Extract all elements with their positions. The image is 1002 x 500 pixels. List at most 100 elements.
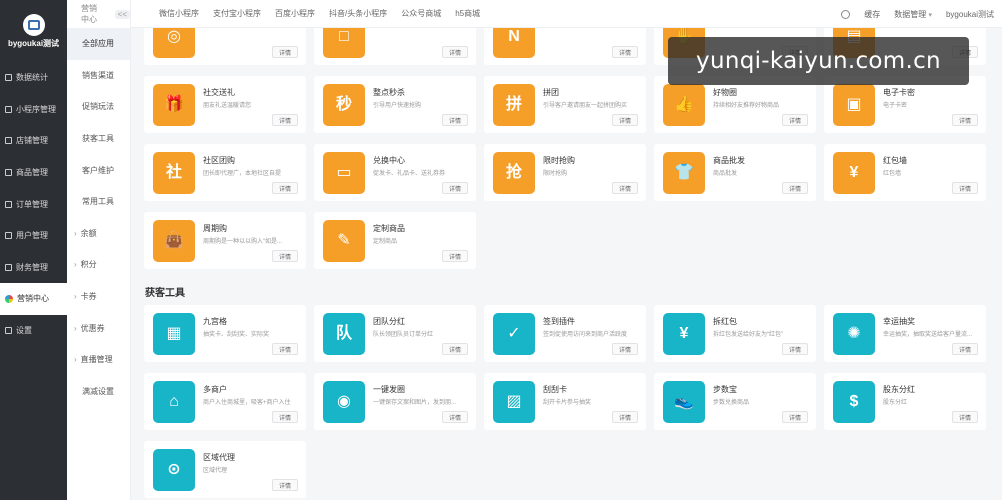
miao-icon: 秒 [323, 84, 365, 126]
sidebar-item-miniprogram[interactable]: 小程序管理 [0, 94, 67, 126]
subnav-item-live[interactable]: › 直播管理 [67, 344, 130, 376]
app-card[interactable]: 社 社区团购 团长即代理广，本地社区自提 详情 [144, 144, 306, 201]
detail-button[interactable]: 详情 [272, 46, 298, 58]
detail-button[interactable]: 详情 [952, 411, 978, 423]
app-card[interactable]: ¥ 红包墙 红包墙 详情 [824, 144, 986, 201]
app-card[interactable]: ✺ 幸运抽奖 幸运抽奖，抽取奖送给客户量流... 详情 [824, 305, 986, 362]
tab-alipay-miniprogram[interactable]: 支付宝小程序 [213, 8, 261, 19]
main-content: ◎详情□详情N详情✋详情▤详情🎁社交送礼朋友礼送温暖请您详情秒整点秒杀引导用户快… [140, 28, 1002, 500]
app-card[interactable]: 抢限时抢购 限时抢购 详情 [484, 144, 646, 201]
detail-button[interactable]: 详情 [612, 114, 638, 126]
redpacket-icon: ¥ [663, 313, 705, 355]
top-right-actions: 缓存 数据管理 ▾ bygoukai测试 [841, 0, 994, 28]
detail-button[interactable]: 详情 [612, 46, 638, 58]
chevron-right-icon: › [74, 260, 77, 270]
app-card[interactable]: $ 股东分红 股东分红 详情 [824, 373, 986, 430]
tab-douyin-miniprogram[interactable]: 抖音/头条小程序 [329, 8, 387, 19]
sidebar-item-finance[interactable]: 财务管理 [0, 252, 67, 284]
sidebar-item-orders[interactable]: 订单管理 [0, 188, 67, 220]
subnav-item-discount[interactable]: 满减设置 [67, 376, 130, 408]
app-card[interactable]: ⊙ 区域代理 区域代理 详情 [144, 441, 306, 498]
app-card-title: 好物圈 [713, 88, 737, 97]
user-circle-icon[interactable] [841, 9, 851, 19]
cache-button[interactable]: 缓存 [864, 9, 880, 20]
app-card[interactable]: 队 团队分红 队长领团队员订单分红 详情 [314, 305, 476, 362]
subnav-item-points[interactable]: › 积分 [67, 249, 130, 281]
app-card-title: 限时抢购 [543, 156, 575, 165]
tab-h5-mall[interactable]: h5商城 [455, 8, 480, 19]
app-card[interactable]: 👟 步数宝 步数兑换商品 详情 [654, 373, 816, 430]
app-card[interactable]: ⌂ 多商户 商户入住商城里，吸客+商户入住 详情 [144, 373, 306, 430]
detail-button[interactable]: 详情 [272, 114, 298, 126]
app-card[interactable]: ▦ 九宫格 抽奖卡、刮刮奖、实际奖 详情 [144, 305, 306, 362]
app-card[interactable]: 🎁 社交送礼 朋友礼送温暖请您 详情 [144, 76, 306, 133]
detail-button[interactable]: 详情 [442, 182, 468, 194]
app-card[interactable]: 秒 整点秒杀引导用户快速抢购详情 [314, 76, 476, 133]
detail-button[interactable]: 详情 [952, 114, 978, 126]
subnav-item-promotion[interactable]: 促销玩法 [67, 91, 130, 123]
detail-button[interactable]: 详情 [612, 411, 638, 423]
app-card[interactable]: ◎ 详情 [144, 28, 306, 65]
detail-button[interactable]: 详情 [952, 343, 978, 355]
app-card-title: 整点秒杀 [373, 88, 405, 97]
tab-baidu-miniprogram[interactable]: 百度小程序 [275, 8, 315, 19]
app-card[interactable]: ✓ 签到插件 签到促使用访问来到商户活跃度 详情 [484, 305, 646, 362]
subnav-item-sales-channel[interactable]: 销售渠道 [67, 60, 130, 92]
subnav-item-label: 获客工具 [82, 134, 114, 144]
sidebar-item-marketing[interactable]: 营销中心 [0, 283, 67, 315]
icon-glyph: ▨ [506, 393, 522, 410]
subnav-item-coupons[interactable]: › 优惠券 [67, 312, 130, 344]
subnav-item-all-apps[interactable]: 全部应用 [67, 28, 130, 60]
app-card-desc: 引导用户快速抢购 [373, 103, 422, 109]
app-card-desc: 幸运抽奖，抽取奖送给客户量流... [883, 332, 973, 338]
detail-button[interactable]: 详情 [782, 182, 808, 194]
subnav-item-balance[interactable]: › 余额 [67, 218, 130, 250]
subnav-item-acquisition[interactable]: 获客工具 [67, 123, 130, 155]
detail-button[interactable]: 详情 [442, 46, 468, 58]
sidebar-item-store[interactable]: 店铺管理 [0, 125, 67, 157]
app-card[interactable]: ▨ 刮刮卡 刮开卡片参与抽奖 详情 [484, 373, 646, 430]
detail-button[interactable]: 详情 [612, 343, 638, 355]
app-card[interactable]: ✎ 定制商品 定制商品 详情 [314, 212, 476, 269]
app-card[interactable]: ▭ 兑换中心 促发卡、礼品卡、送礼券券 详情 [314, 144, 476, 201]
detail-button[interactable]: 详情 [272, 182, 298, 194]
tab-official-account[interactable]: 公众号商城 [401, 8, 441, 19]
subnav-item-cards[interactable]: › 卡券 [67, 281, 130, 313]
sidebar-item-settings[interactable]: 设置 [0, 315, 67, 347]
detail-button[interactable]: 详情 [442, 411, 468, 423]
gear-icon [5, 327, 12, 335]
sidebar-item-users[interactable]: 用户管理 [0, 220, 67, 252]
detail-button[interactable]: 详情 [782, 343, 808, 355]
chevron-right-icon: › [74, 228, 77, 238]
clock-icon: 抢 [493, 152, 535, 194]
collapse-button[interactable]: << [114, 9, 130, 19]
sidebar-item-stats[interactable]: 数据统计 [0, 62, 67, 94]
tab-wechat-miniprogram[interactable]: 微信小程序 [159, 8, 199, 19]
app-card-title: 红包墙 [883, 156, 907, 165]
detail-button[interactable]: 详情 [782, 114, 808, 126]
sidebar-item-label: 数据统计 [16, 73, 48, 83]
app-card[interactable]: 👜 周期购 周期购是一种以以购入“如是... 详情 [144, 212, 306, 269]
detail-button[interactable]: 详情 [442, 250, 468, 262]
subnav-item-tools[interactable]: 常用工具 [67, 186, 130, 218]
app-card-desc: 团长即代理广，本地社区自提 [203, 171, 282, 177]
detail-button[interactable]: 详情 [272, 343, 298, 355]
username[interactable]: bygoukai测试 [946, 9, 994, 20]
subnav-item-retention[interactable]: 客户维护 [67, 154, 130, 186]
detail-button[interactable]: 详情 [272, 250, 298, 262]
app-card[interactable]: 拼 拼团 引导客户邀请朋友一起拼团购买 详情 [484, 76, 646, 133]
app-card[interactable]: □ 详情 [314, 28, 476, 65]
data-mgmt-dropdown[interactable]: 数据管理 ▾ [894, 9, 932, 20]
detail-button[interactable]: 详情 [272, 411, 298, 423]
app-card[interactable]: ¥ 拆红包 拆红包发送给好友为“红包” 详情 [654, 305, 816, 362]
detail-button[interactable]: 详情 [442, 114, 468, 126]
app-card[interactable]: ◉ 一键发圈 一键保存文案和图片，发到朋... 详情 [314, 373, 476, 430]
sidebar-item-goods[interactable]: 商品管理 [0, 157, 67, 189]
app-card[interactable]: 👕 商品批发 商品批发 详情 [654, 144, 816, 201]
detail-button[interactable]: 详情 [782, 411, 808, 423]
detail-button[interactable]: 详情 [612, 182, 638, 194]
app-card[interactable]: N 详情 [484, 28, 646, 65]
detail-button[interactable]: 详情 [272, 479, 298, 491]
detail-button[interactable]: 详情 [442, 343, 468, 355]
detail-button[interactable]: 详情 [952, 182, 978, 194]
